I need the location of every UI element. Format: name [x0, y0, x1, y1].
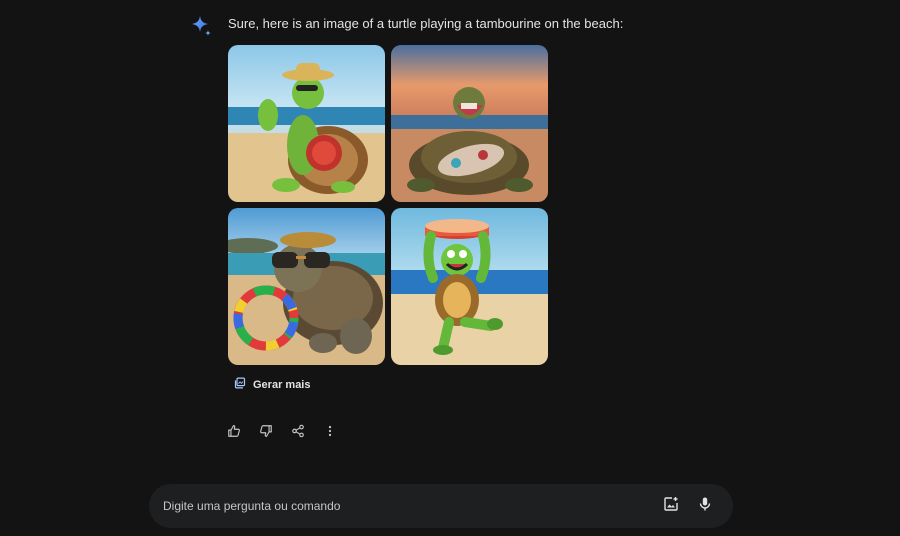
- more-vert-icon: [323, 424, 337, 443]
- voice-input-button[interactable]: [691, 492, 719, 520]
- image-stack-icon: [234, 377, 246, 392]
- upload-image-button[interactable]: [657, 492, 685, 520]
- gemini-sparkle-icon: [190, 14, 214, 38]
- add-image-icon: [663, 496, 679, 517]
- share-icon: [291, 424, 305, 443]
- thumbs-up-icon: [227, 424, 241, 443]
- prompt-bar: [149, 484, 733, 528]
- generate-more-label: Gerar mais: [253, 378, 311, 391]
- share-button[interactable]: [288, 423, 308, 443]
- more-options-button[interactable]: [320, 423, 340, 443]
- generated-image-2[interactable]: [391, 45, 548, 202]
- generated-image-1[interactable]: [228, 45, 385, 202]
- generated-image-3[interactable]: [228, 208, 385, 365]
- generated-image-4[interactable]: [391, 208, 548, 365]
- microphone-icon: [697, 496, 713, 517]
- image-grid: [228, 45, 548, 365]
- response-actions: [224, 423, 340, 443]
- prompt-input[interactable]: [163, 499, 651, 513]
- thumbs-down-icon: [259, 424, 273, 443]
- thumbs-up-button[interactable]: [224, 423, 244, 443]
- thumbs-down-button[interactable]: [256, 423, 276, 443]
- generate-more-button[interactable]: Gerar mais: [234, 377, 310, 392]
- response-text: Sure, here is an image of a turtle playi…: [228, 16, 624, 31]
